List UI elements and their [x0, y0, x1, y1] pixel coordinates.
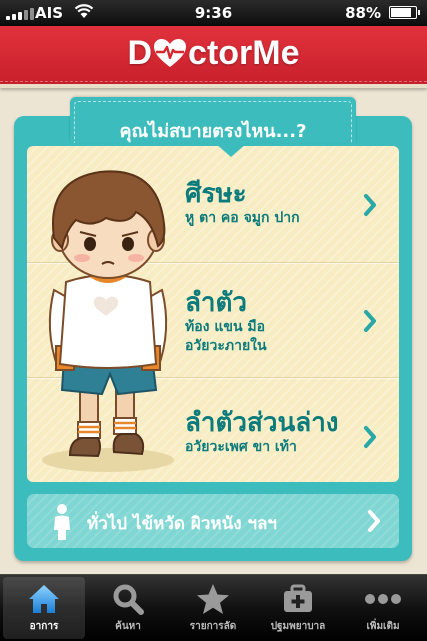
first-aid-icon [284, 584, 312, 612]
body-part-title: ลำตัวส่วนล่าง [185, 408, 339, 438]
tab-search[interactable]: ค้นหา [87, 577, 169, 639]
body-part-subtitle: อวัยวะเพศ ขา เท้า [185, 439, 297, 455]
app-header: DctorMe [0, 26, 427, 88]
battery-icon [389, 6, 420, 19]
general-symptoms-button[interactable]: ทั่วไป ไข้หวัด ผิวหนัง ฯลฯ [27, 494, 399, 548]
chevron-right-icon[interactable] [363, 309, 377, 333]
tab-label: เพิ่มเติม [366, 621, 400, 632]
boy-illustration [42, 170, 174, 472]
chevron-right-icon[interactable] [363, 425, 377, 449]
chevron-right-icon[interactable] [363, 193, 377, 217]
body-part-title: ลำตัว [185, 288, 248, 318]
tab-shortcuts[interactable]: รายการลัด [172, 577, 254, 639]
tab-first-aid[interactable]: ปฐมพยาบาล [257, 577, 339, 639]
person-icon [54, 504, 70, 540]
tab-label: รายการลัด [189, 621, 237, 632]
status-bar: AIS 9:36 88% [0, 0, 427, 26]
chevron-right-icon [368, 510, 380, 532]
general-symptoms-label: ทั่วไป ไข้หวัด ผิวหนัง ฯลฯ [87, 514, 277, 534]
logo-text-d: D [127, 34, 153, 72]
tab-label: ปฐมพยาบาล [270, 621, 326, 632]
body-part-subtitle: ท้อง แขน มือ อวัยวะภายใน [185, 319, 267, 354]
search-icon [113, 584, 144, 615]
tab-symptoms[interactable]: อาการ [3, 577, 85, 639]
home-icon [29, 585, 59, 613]
body-part-title: ศีรษะ [185, 179, 247, 209]
logo-text-rest: ctorMe [188, 34, 300, 72]
tab-more[interactable]: เพิ่มเติม [342, 577, 424, 639]
star-icon [197, 584, 229, 614]
battery-percent: 88% [345, 4, 381, 22]
body-part-subtitle: หู ตา คอ จมูก ปาก [185, 210, 300, 226]
tab-notch [215, 143, 247, 157]
body-part-head[interactable]: ศีรษะ หู ตา คอ จมูก ปาก [185, 179, 385, 228]
question-title: คุณไม่สบายตรงไหน...? [119, 121, 307, 142]
tab-label: อาการ [29, 621, 59, 632]
tab-bar: อาการ ค้นหา รายการลัด ปฐมพยาบาล เพิ่มเติ… [0, 574, 427, 641]
app-logo: DctorMe [0, 34, 427, 77]
body-part-lower[interactable]: ลำตัวส่วนล่าง อวัยวะเพศ ขา เท้า [185, 408, 385, 457]
heart-pulse-icon [153, 38, 187, 77]
more-icon [365, 594, 401, 604]
body-part-torso[interactable]: ลำตัว ท้อง แขน มือ อวัยวะภายใน [185, 288, 385, 356]
tab-label: ค้นหา [115, 621, 141, 632]
